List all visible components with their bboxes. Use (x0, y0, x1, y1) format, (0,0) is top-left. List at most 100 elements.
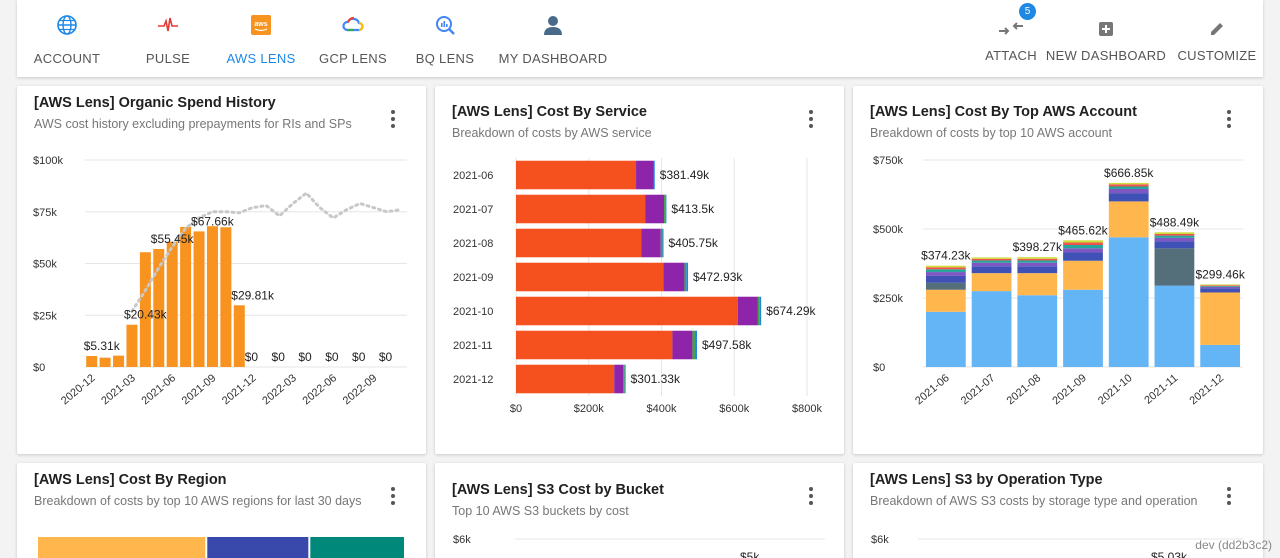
data-label: $5k (740, 550, 760, 558)
card-title: [AWS Lens] Cost By Top AWS Account (870, 104, 1137, 120)
card-subtitle: Breakdown of costs by top 10 AWS regions… (34, 494, 362, 508)
tab-label: GCP LENS (319, 51, 387, 66)
new-dashboard-button[interactable]: NEW DASHBOARD (1046, 0, 1166, 77)
card-menu-button[interactable] (801, 484, 821, 508)
account-bar-segment (1017, 260, 1058, 263)
region-bar-segment (207, 537, 309, 558)
x-tick-label: 2021-06 (913, 372, 952, 407)
account-bar-segment (1108, 184, 1149, 187)
card-subtitle: Top 10 AWS S3 buckets by cost (452, 504, 629, 518)
card-subtitle: Breakdown of costs by AWS service (452, 126, 652, 140)
y-tick-label: 2021-08 (453, 238, 493, 250)
account-bar-segment (925, 272, 966, 276)
service-bar-segment (653, 160, 655, 190)
x-tick-label: 2022-06 (300, 372, 339, 407)
card-menu-button[interactable] (1219, 107, 1239, 131)
tab-aws-lens[interactable]: aws AWS LENS (211, 0, 311, 77)
account-bar-segment (1154, 232, 1195, 234)
s3-cost-by-bucket-card: [AWS Lens] S3 Cost by Bucket Top 10 AWS … (435, 463, 844, 558)
y-tick-label: 2021-07 (453, 204, 493, 216)
service-bar-segment (516, 228, 642, 258)
spend-bar (233, 305, 245, 367)
account-bar-segment (1108, 201, 1149, 238)
data-label: $0 (298, 350, 312, 364)
account-bar-segment (925, 269, 966, 273)
pulse-icon (155, 12, 181, 38)
service-bar-segment (645, 194, 665, 224)
gcp-cloud-icon (340, 12, 366, 38)
y-tick-label: $0 (33, 362, 45, 374)
data-label: $674.29k (766, 304, 816, 318)
account-bar-segment (1063, 289, 1103, 367)
card-menu-button[interactable] (383, 107, 403, 131)
data-label: $413.5k (671, 202, 715, 216)
cost-by-region-card: [AWS Lens] Cost By Region Breakdown of c… (17, 463, 426, 558)
tab-label: MY DASHBOARD (498, 51, 608, 66)
service-bar-segment (694, 330, 697, 360)
data-label: $29.81k (231, 288, 275, 302)
account-bar-segment (925, 265, 966, 268)
card-menu-button[interactable] (801, 107, 821, 131)
service-bar-segment (672, 330, 693, 360)
account-bar-segment (1063, 260, 1103, 290)
account-bar-segment (1063, 248, 1103, 253)
service-bar-segment (759, 296, 762, 326)
attach-button[interactable]: 5 ATTACH (971, 0, 1051, 77)
cost-by-service-chart: $0 $200k $400k $600k $800k 2021-06 $381.49k 202… (453, 158, 822, 415)
data-label: $55.45k (151, 232, 195, 246)
card-subtitle: Breakdown of costs by top 10 AWS account (870, 126, 1113, 140)
service-bar-segment (692, 330, 695, 360)
card-menu-button[interactable] (383, 484, 403, 508)
spend-bar (193, 231, 205, 367)
account-bar-segment (1154, 233, 1195, 236)
service-bar-segment (516, 194, 646, 224)
data-label: $497.58k (702, 338, 752, 352)
data-label: $0 (379, 350, 393, 364)
spend-bar (86, 356, 98, 367)
tab-account[interactable]: ACCOUNT (17, 0, 117, 77)
account-bar-segment (1063, 245, 1103, 249)
y-tick-label: $0 (873, 362, 885, 374)
service-bar-segment (660, 228, 663, 258)
service-bar-segment (684, 262, 687, 292)
pencil-icon (1204, 16, 1230, 42)
account-bar-segment (1017, 257, 1058, 259)
y-tick-label: $750k (873, 155, 903, 167)
x-tick-label: 2021-09 (180, 372, 219, 407)
service-bar-segment (663, 262, 685, 292)
x-tick-label: 2021-07 (959, 372, 998, 407)
service-bar-segment (686, 262, 689, 292)
card-menu-button[interactable] (1219, 484, 1239, 508)
account-bar-segment (1017, 295, 1058, 367)
data-label: $301.33k (631, 372, 681, 386)
region-bar-segment (38, 537, 206, 558)
data-label: $67.66k (191, 214, 235, 228)
service-bar-segment (636, 160, 654, 190)
x-tick-label: $800k (792, 403, 822, 415)
account-bar-segment (1063, 252, 1103, 261)
spend-bar (206, 226, 218, 367)
tab-gcp-lens[interactable]: GCP LENS (303, 0, 403, 77)
y-tick-label: $6k (453, 534, 471, 546)
y-tick-label: 2021-06 (453, 170, 493, 182)
card-subtitle: AWS cost history excluding prepayments f… (34, 117, 352, 131)
account-bar-segment (971, 257, 1012, 259)
tab-my-dashboard[interactable]: MY DASHBOARD (499, 0, 607, 77)
tab-label: PULSE (145, 51, 191, 66)
y-tick-label: $25k (33, 310, 57, 322)
action-label: CUSTOMIZE (1177, 48, 1257, 63)
y-tick-label: 2021-12 (453, 374, 493, 386)
data-label: $0 (245, 350, 259, 364)
tab-pulse[interactable]: PULSE (118, 0, 218, 77)
svg-text:aws: aws (254, 21, 267, 28)
service-bar-segment (737, 296, 758, 326)
service-bar-segment (516, 160, 637, 190)
service-bar-segment (624, 364, 626, 394)
data-label: $472.93k (693, 270, 743, 284)
account-bar-segment (1200, 292, 1241, 345)
customize-button[interactable]: CUSTOMIZE (1167, 0, 1267, 77)
x-tick-label: 2021-08 (1005, 372, 1044, 407)
tab-bq-lens[interactable]: BQ LENS (395, 0, 495, 77)
card-title: [AWS Lens] Cost By Region (34, 472, 227, 488)
x-tick-label: 2021-10 (1096, 372, 1135, 407)
